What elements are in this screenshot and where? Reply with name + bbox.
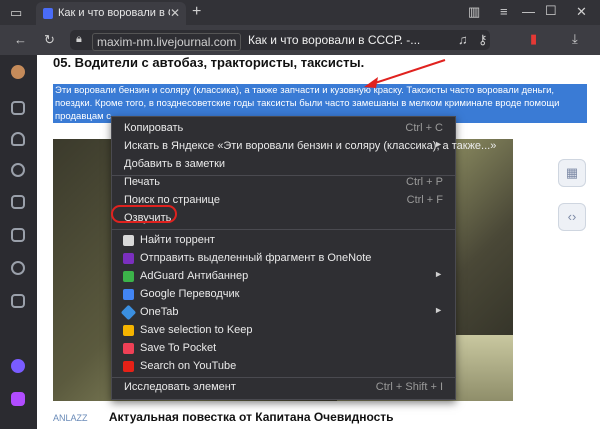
selected-line: поездки. Кроме того, в позднесоветские г…: [55, 98, 560, 109]
menu-separator: [112, 377, 455, 378]
menu-item-onenote[interactable]: Отправить выделенный фрагмент в OneNote: [112, 250, 455, 267]
menu-item-label: Search on YouTube: [140, 360, 237, 372]
submenu-arrow-icon: ►: [434, 269, 443, 279]
tab-strip: ▭ Как и что воровали в С ✕ + ▥ ≡ — ☐ ✕: [0, 0, 600, 25]
music-icon[interactable]: [11, 392, 25, 406]
menu-item-shortcut: Ctrl + Shift + I: [375, 381, 443, 393]
bottom-title: Актуальная повестка от Капитана Очевидно…: [108, 410, 394, 424]
menu-item-google-translate[interactable]: Google Переводчик: [112, 286, 455, 303]
notifications-icon[interactable]: [11, 132, 25, 146]
menu-item-keep[interactable]: Save selection to Keep: [112, 322, 455, 339]
submenu-arrow-icon: ►: [434, 305, 443, 315]
onetab-icon: [120, 304, 137, 321]
article-heading: 05. Водители с автобаз, трактористы, так…: [53, 55, 365, 70]
address-field[interactable]: 🔒︎ maxim-nm.livejournal.com Как и что во…: [70, 30, 490, 51]
menu-icon[interactable]: ≡: [500, 5, 508, 18]
menu-item-label: Печать: [124, 176, 161, 188]
bookmark-icon[interactable]: ▮: [530, 32, 537, 45]
menu-item-find-torrent[interactable]: Найти торрент: [112, 232, 455, 249]
menu-item-label: Save To Pocket: [140, 342, 217, 354]
menu-item-label: Google Переводчик: [140, 288, 240, 300]
menu-item-copy[interactable]: Копировать Ctrl + C: [112, 120, 455, 137]
tab-title: Как и что воровали в С: [58, 7, 170, 19]
table-tool-icon[interactable]: ▦: [558, 159, 586, 187]
menu-item-youtube[interactable]: Search on YouTube: [112, 358, 455, 375]
collections-icon[interactable]: ▥: [468, 5, 480, 18]
active-tab[interactable]: Как и что воровали в С ✕: [36, 2, 186, 25]
adguard-icon: [123, 271, 134, 282]
lock-icon: 🔒︎: [76, 33, 82, 45]
download-icon[interactable]: ⤓: [572, 32, 578, 45]
close-window-button[interactable]: ✕: [576, 5, 587, 18]
menu-item-label: AdGuard Антибаннер: [140, 270, 249, 282]
minimize-button[interactable]: —: [522, 5, 535, 18]
url-page-title: Как и что воровали в СССР. -...: [248, 33, 421, 47]
menu-item-label: Копировать: [124, 122, 184, 134]
bottom-source: ANLAZZ: [53, 413, 88, 423]
youtube-icon: [123, 361, 134, 372]
menu-item-label: Save selection to Keep: [140, 324, 253, 336]
menu-item-search-yandex[interactable]: Искать в Яндексе «Эти воровали бензин и …: [112, 138, 496, 155]
menu-item-onetab[interactable]: OneTab ►: [112, 304, 455, 321]
menu-item-shortcut: Ctrl + C: [405, 122, 443, 134]
key-icon[interactable]: ⚷: [478, 33, 488, 46]
sidebar-toggle-icon[interactable]: ▭: [10, 6, 22, 19]
pocket-icon: [123, 343, 134, 354]
video-icon[interactable]: [11, 261, 25, 275]
url-domain: maxim-nm.livejournal.com: [92, 33, 242, 51]
notes-icon[interactable]: [11, 228, 25, 242]
menu-item-label: OneTab: [140, 306, 179, 318]
assistant-icon[interactable]: [11, 359, 25, 373]
bottom-article[interactable]: ANLAZZ Актуальная повестка от Капитана О…: [53, 410, 394, 424]
menu-item-pocket[interactable]: Save To Pocket: [112, 340, 455, 357]
annotation-highlight-ring: [111, 205, 177, 223]
translate-icon: [123, 289, 134, 300]
headphones-icon[interactable]: ♫: [458, 33, 468, 46]
maximize-button[interactable]: ☐: [545, 4, 557, 17]
menu-separator: [112, 229, 455, 230]
left-sidebar: [0, 55, 37, 429]
alice-icon[interactable]: [11, 163, 25, 177]
code-tool-icon[interactable]: ‹›: [558, 203, 586, 231]
onenote-icon: [123, 253, 134, 264]
menu-item-shortcut: Ctrl + F: [406, 194, 443, 206]
menu-item-label: Добавить в заметки: [124, 158, 226, 170]
menu-item-shortcut: Ctrl + P: [406, 176, 443, 188]
apps-icon[interactable]: [11, 101, 25, 115]
torrent-icon: [123, 235, 134, 246]
submenu-arrow-icon: ►: [434, 139, 443, 149]
keep-icon: [123, 325, 134, 336]
reload-icon[interactable]: ↻: [44, 33, 55, 46]
menu-item-print[interactable]: Печать Ctrl + P: [112, 174, 455, 191]
selected-line: Эти воровали бензин и соляру (классика),…: [55, 85, 555, 96]
zen-icon[interactable]: [11, 195, 25, 209]
collections-sidebar-icon[interactable]: [11, 294, 25, 308]
context-menu: Копировать Ctrl + C Искать в Яндексе «Эт…: [111, 116, 496, 400]
back-icon[interactable]: ←: [14, 33, 27, 46]
new-tab-button[interactable]: +: [192, 4, 201, 20]
menu-item-label: Исследовать элемент: [124, 381, 236, 393]
address-bar-row: ← ↻ 🔒︎ maxim-nm.livejournal.com Как и чт…: [0, 25, 600, 55]
avatar[interactable]: [11, 65, 25, 79]
menu-item-inspect[interactable]: Исследовать элемент Ctrl + Shift + I: [112, 379, 455, 396]
tab-close-icon[interactable]: ✕: [170, 6, 180, 20]
menu-item-label: Отправить выделенный фрагмент в OneNote: [140, 252, 372, 264]
menu-item-adguard[interactable]: AdGuard Антибаннер ►: [112, 268, 455, 285]
tab-favicon-icon: [43, 8, 53, 19]
menu-item-label: Найти торрент: [140, 234, 215, 246]
menu-item-add-notes[interactable]: Добавить в заметки: [112, 156, 455, 173]
